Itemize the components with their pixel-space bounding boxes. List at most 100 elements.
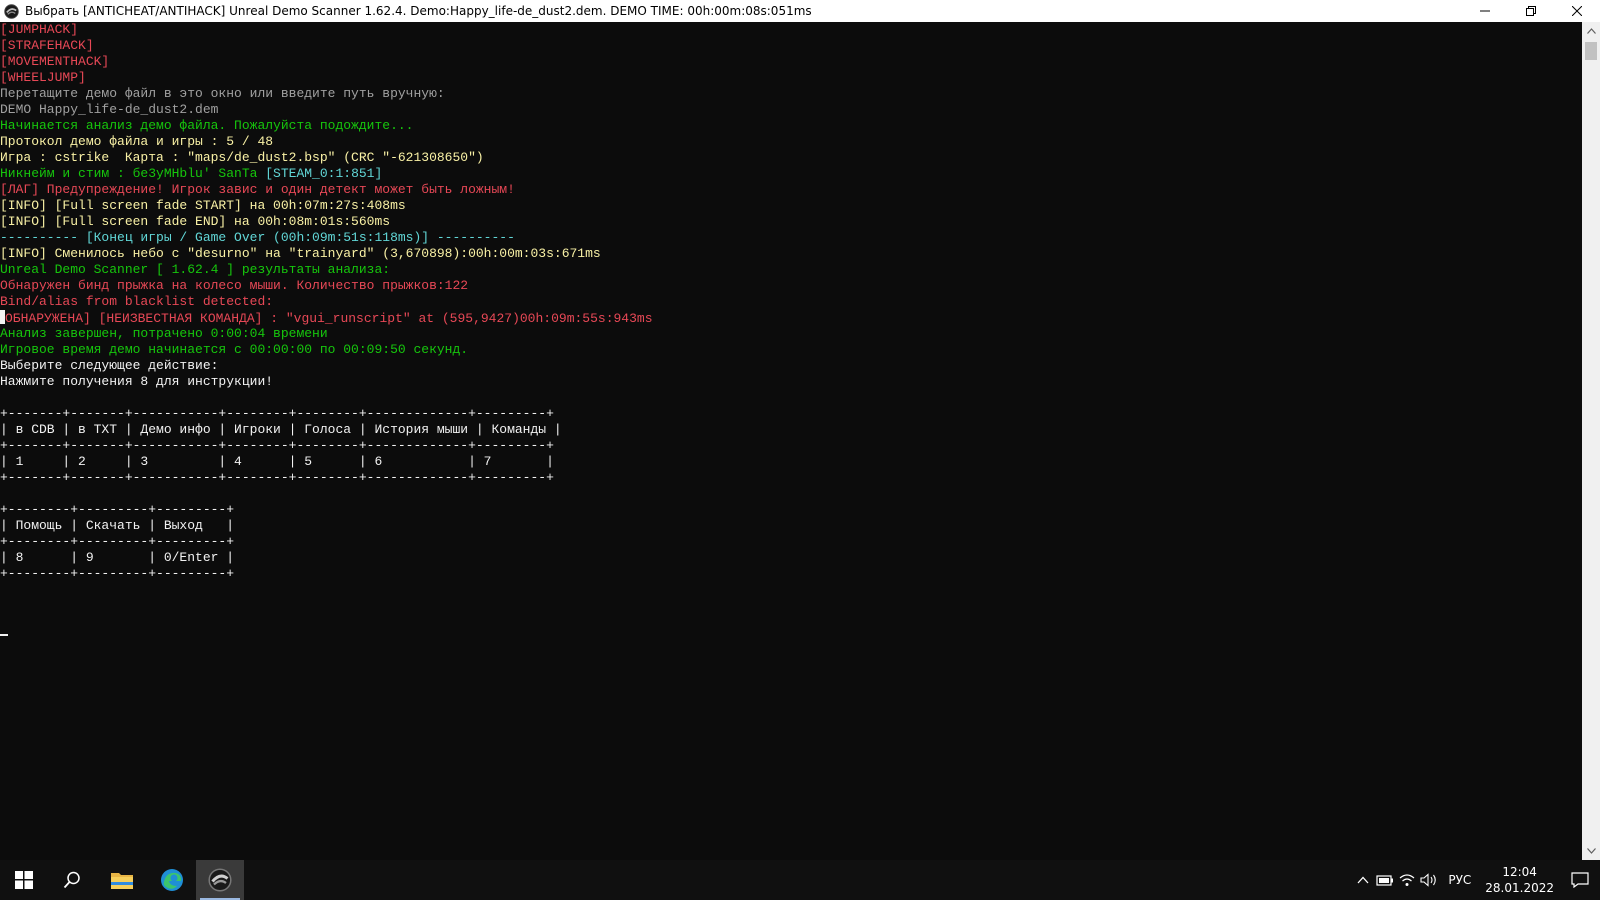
console-line-text: +-------+-------+-----------+--------+--… [0, 470, 554, 485]
console-line: Unreal Demo Scanner [ 1.62.4 ] результат… [0, 262, 1582, 278]
console-line-text: +-------+-------+-----------+--------+--… [0, 438, 554, 453]
console-line-text: DEMO Happy_life-de_dust2.dem [0, 102, 219, 117]
console-line-text: | 8 | 9 | 0/Enter | [0, 550, 235, 565]
console-line-text: Никнейм и стим : бe3yMHblu' SanTa [0, 166, 266, 181]
console-line-text: +--------+---------+---------+ [0, 566, 235, 581]
taskbar-app-explorer[interactable] [98, 860, 146, 900]
console-line-text: Анализ завершен, потрачено 0:00:04 време… [0, 326, 328, 341]
console-line-text: Обнаружен бинд прыжка на колесо мыши. Ко… [0, 278, 469, 293]
notification-center-button[interactable] [1560, 872, 1600, 888]
chevron-up-icon [1357, 876, 1369, 884]
console-line-text: Начинается анализ демо файла. Пожалуйста… [0, 118, 414, 133]
search-button[interactable] [48, 860, 96, 900]
console-line: Игровое время демо начинается с 00:00:00… [0, 342, 1582, 358]
scrollbar-thumb[interactable] [1585, 42, 1597, 60]
console-line-text: [INFO] Сменилось небо с "desurno" на "tr… [0, 246, 601, 261]
console-line-text: +--------+---------+---------+ [0, 502, 235, 517]
taskbar-app-scanner[interactable] [196, 860, 244, 900]
console-line-text: Нажмите получения 8 для инструкции! [0, 374, 274, 389]
console-line-text: | Помощь | Скачать | Выход | [0, 518, 235, 533]
console-line: | в CDB | в TXT | Демо инфо | Игроки | Г… [0, 422, 1582, 438]
system-tray: РУС 12:04 28.01.2022 [1352, 860, 1600, 900]
battery-button[interactable] [1374, 874, 1396, 886]
windows-start-icon [15, 871, 33, 889]
console-line-text: | в CDB | в TXT | Демо инфо | Игроки | Г… [0, 422, 562, 437]
console-line: Анализ завершен, потрачено 0:00:04 време… [0, 326, 1582, 342]
window-titlebar[interactable]: Выбрать [ANTICHEAT/ANTIHACK] Unreal Demo… [0, 0, 1600, 22]
chevron-up-icon [1586, 28, 1596, 34]
scroll-up-button[interactable] [1582, 22, 1600, 40]
console-line: +--------+---------+---------+ [0, 502, 1582, 518]
console-line: [WHEELJUMP] [0, 70, 1582, 86]
taskbar-clock[interactable]: 12:04 28.01.2022 [1485, 864, 1554, 896]
console-line: +-------+-------+-----------+--------+--… [0, 438, 1582, 454]
console-line-text: Игра : cstrike Карта : "maps/de_dust2.bs… [0, 150, 484, 165]
volume-button[interactable] [1418, 873, 1440, 887]
scanner-app-icon [4, 3, 19, 19]
input-caret [0, 634, 8, 636]
close-button[interactable] [1554, 0, 1600, 22]
console-line: | 1 | 2 | 3 | 4 | 5 | 6 | 7 | [0, 454, 1582, 470]
wifi-icon [1399, 874, 1415, 886]
clock-time: 12:04 [1502, 865, 1537, 879]
console-line: +--------+---------+---------+ [0, 566, 1582, 582]
console-line: +-------+-------+-----------+--------+--… [0, 406, 1582, 422]
console-line: Нажмите получения 8 для инструкции! [0, 374, 1582, 390]
taskbar: РУС 12:04 28.01.2022 [0, 860, 1600, 900]
taskbar-app-edge[interactable] [148, 860, 196, 900]
console-line: Bind/alias from blacklist detected: [0, 294, 1582, 310]
console-line: [STRAFEHACK] [0, 38, 1582, 54]
console-line-text: [ЛАГ] Предупреждение! Игрок завис и один… [0, 182, 515, 197]
console-line: Перетащите демо файл в это окно или введ… [0, 86, 1582, 102]
console-line-text: [STRAFEHACK] [0, 38, 94, 53]
console-line: Протокол демо файла и игры : 5 / 48 [0, 134, 1582, 150]
console-line-text: +--------+---------+---------+ [0, 534, 235, 549]
console-line: | Помощь | Скачать | Выход | [0, 518, 1582, 534]
console-line: | 8 | 9 | 0/Enter | [0, 550, 1582, 566]
console-line-text: +-------+-------+-----------+--------+--… [0, 406, 554, 421]
show-hidden-icons-button[interactable] [1352, 876, 1374, 884]
restore-icon [1526, 6, 1536, 16]
console-line-text: Bind/alias from blacklist detected: [0, 294, 274, 309]
console-line-text-2: [STEAM_0:1:851] [265, 166, 383, 181]
console-line-text: [MOVEMENTHACK] [0, 54, 110, 69]
vertical-scrollbar[interactable] [1582, 22, 1600, 860]
console-line: Игра : cstrike Карта : "maps/de_dust2.bs… [0, 150, 1582, 166]
console-line: [INFO] Сменилось небо с "desurno" на "tr… [0, 246, 1582, 262]
console-line: [ЛАГ] Предупреждение! Игрок завис и один… [0, 182, 1582, 198]
console-line-text: Протокол демо файла и игры : 5 / 48 [0, 134, 274, 149]
clock-date: 28.01.2022 [1485, 881, 1554, 895]
console-line: [MOVEMENTHACK] [0, 54, 1582, 70]
battery-icon [1376, 875, 1394, 886]
scanner-app-icon [208, 868, 232, 892]
console-line-text: Выберите следующее действие: [0, 358, 219, 373]
console-line-text: Перетащите демо файл в это окно или введ… [0, 86, 445, 101]
console-line: DEMO Happy_life-de_dust2.dem [0, 102, 1582, 118]
network-button[interactable] [1396, 873, 1418, 887]
console-line: [INFO] [Full screen fade END] на 00h:08m… [0, 214, 1582, 230]
window-title: Выбрать [ANTICHEAT/ANTIHACK] Unreal Demo… [25, 4, 812, 18]
edge-browser-icon [161, 869, 183, 891]
console-line: ---------- [Конец игры / Game Over (00h:… [0, 230, 1582, 246]
console-line: Обнаружен бинд прыжка на колесо мыши. Ко… [0, 278, 1582, 294]
close-icon [1572, 6, 1582, 16]
file-explorer-icon [111, 873, 133, 889]
scroll-down-button[interactable] [1582, 842, 1600, 860]
console-line: Выберите следующее действие: [0, 358, 1582, 374]
console-line-text: [WHEELJUMP] [0, 70, 86, 85]
start-button[interactable] [0, 860, 48, 900]
console-output[interactable]: [JUMPHACK] [STRAFEHACK] [MOVEMENTHACK] [WHE… [0, 22, 1582, 860]
minimize-icon [1480, 10, 1490, 12]
notification-icon [1571, 872, 1589, 888]
console-line-text: ---------- [Конец игры / Game Over (00h:… [0, 230, 515, 245]
console-line-text: Unreal Demo Scanner [ 1.62.4 ] результат… [0, 262, 391, 277]
search-icon [63, 871, 80, 889]
input-language-indicator[interactable]: РУС [1448, 873, 1471, 887]
minimize-button[interactable] [1462, 0, 1508, 22]
chevron-down-icon [1586, 848, 1596, 854]
console-line: Начинается анализ демо файла. Пожалуйста… [0, 118, 1582, 134]
console-line: +--------+---------+---------+ [0, 534, 1582, 550]
console-line: Никнейм и стим : бe3yMHblu' SanTa [STEAM… [0, 166, 1582, 182]
restore-button[interactable] [1508, 0, 1554, 22]
